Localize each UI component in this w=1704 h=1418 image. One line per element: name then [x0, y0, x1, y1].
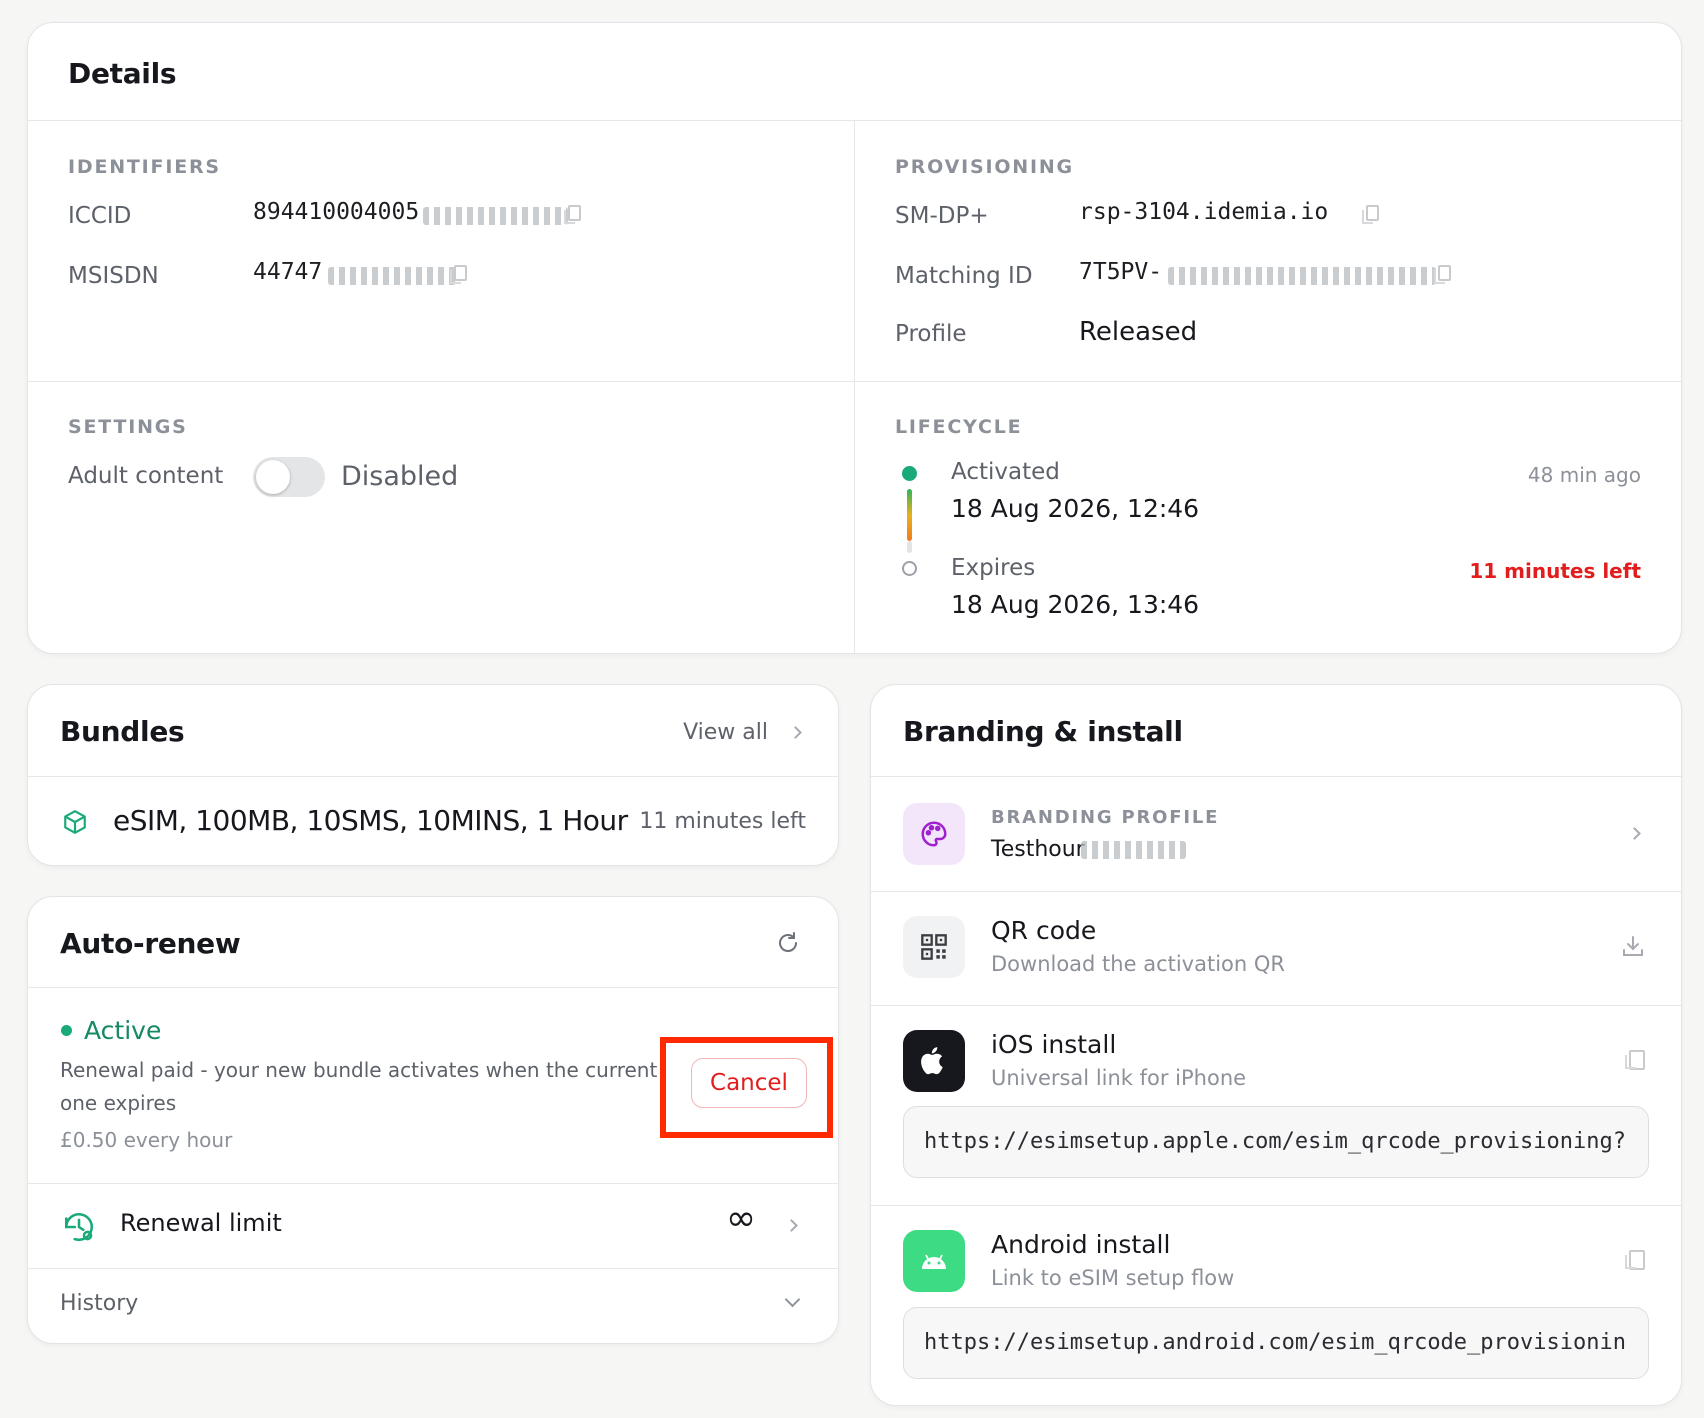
- ios-install-section: iOS install Universal link for iPhone ht…: [871, 1006, 1681, 1189]
- msisdn-label: MSISDN: [68, 263, 159, 289]
- history-label: History: [60, 1291, 139, 1316]
- copy-icon[interactable]: [564, 205, 581, 224]
- renewal-description-line1: Renewal paid - your new bundle activates…: [60, 1058, 658, 1082]
- bundles-title: Bundles: [60, 715, 185, 748]
- adult-content-toggle[interactable]: [253, 457, 325, 497]
- divider: [28, 381, 1681, 382]
- ios-icon-tile: [903, 1030, 965, 1092]
- ios-install-url: https://esimsetup.apple.com/esim_qrcode_…: [924, 1129, 1626, 1154]
- activated-dot: [902, 466, 917, 481]
- auto-renew-status: Active: [84, 1016, 162, 1045]
- auto-renew-card: Auto-renew Active Renewal paid - your ne…: [27, 896, 839, 1344]
- palette-icon: [921, 821, 947, 847]
- expires-date: 18 Aug 2026, 13:46: [951, 590, 1200, 619]
- history-row[interactable]: History: [28, 1269, 838, 1343]
- cancel-button[interactable]: Cancel: [691, 1058, 807, 1108]
- msisdn-value: 44747: [253, 259, 323, 285]
- renewal-price: £0.50 every hour: [60, 1128, 233, 1152]
- apple-icon: [921, 1047, 943, 1075]
- profile-value: Released: [1079, 317, 1198, 347]
- matching-id-label: Matching ID: [895, 263, 1033, 289]
- redacted-mask: [328, 267, 456, 285]
- branding-profile-row[interactable]: BRANDING PROFILE Testhour: [871, 777, 1681, 891]
- download-icon[interactable]: [1621, 934, 1645, 958]
- bundle-item[interactable]: eSIM, 100MB, 10SMS, 10MINS, 1 Hour 11 mi…: [28, 777, 838, 865]
- branding-icon-tile: [903, 803, 965, 865]
- profile-label: Profile: [895, 321, 967, 347]
- activated-date: 18 Aug 2026, 12:46: [951, 494, 1200, 523]
- android-install-title: Android install: [991, 1230, 1171, 1259]
- expires-time-left: 11 minutes left: [1469, 559, 1641, 583]
- redacted-mask: [1081, 841, 1186, 859]
- chevron-right-icon: [789, 726, 802, 739]
- details-title: Details: [68, 57, 177, 90]
- iccid-label: ICCID: [68, 203, 132, 229]
- provisioning-section-label: PROVISIONING: [895, 156, 1074, 178]
- chevron-down-icon: [784, 1291, 801, 1308]
- android-install-section: Android install Link to eSIM setup flow …: [871, 1206, 1681, 1405]
- redacted-mask: [423, 207, 568, 225]
- settings-section-label: SETTINGS: [68, 416, 188, 438]
- android-install-url: https://esimsetup.android.com/esim_qrcod…: [924, 1330, 1626, 1355]
- copy-icon[interactable]: [1625, 1250, 1645, 1270]
- qr-code-icon: [921, 934, 947, 960]
- cube-icon: [64, 810, 86, 834]
- smdp-label: SM-DP+: [895, 203, 989, 229]
- renewal-settings-icon: [64, 1213, 93, 1241]
- bundles-card: Bundles View all eSIM, 100MB, 10SMS, 10M…: [27, 684, 839, 866]
- copy-icon[interactable]: [1362, 205, 1379, 224]
- copy-icon[interactable]: [1625, 1050, 1645, 1070]
- qr-code-title: QR code: [991, 916, 1097, 945]
- view-all-link[interactable]: View all: [644, 718, 804, 748]
- adult-content-label: Adult content: [68, 463, 224, 489]
- branding-profile-value: Testhour: [991, 837, 1085, 862]
- refresh-icon[interactable]: [776, 931, 800, 955]
- chevron-right-icon: [1628, 827, 1641, 840]
- android-icon: [922, 1254, 946, 1269]
- renewal-limit-row[interactable]: Renewal limit ∞: [28, 1184, 838, 1268]
- ios-install-title: iOS install: [991, 1030, 1117, 1059]
- android-install-url-box[interactable]: https://esimsetup.android.com/esim_qrcod…: [903, 1307, 1649, 1379]
- lifecycle-track: [907, 541, 912, 553]
- redacted-mask: [1168, 267, 1436, 285]
- ios-install-subtitle: Universal link for iPhone: [991, 1066, 1247, 1090]
- activated-ago: 48 min ago: [1527, 463, 1641, 487]
- android-install-subtitle: Link to eSIM setup flow: [991, 1266, 1235, 1290]
- view-all-label: View all: [683, 720, 768, 745]
- branding-profile-label: BRANDING PROFILE: [991, 807, 1220, 828]
- adult-content-state: Disabled: [341, 461, 459, 492]
- qr-icon-tile: [903, 916, 965, 978]
- divider: [854, 120, 855, 653]
- branding-install-card: Branding & install BRANDING PROFILE Test…: [870, 684, 1682, 1406]
- iccid-value: 894410004005: [253, 199, 420, 225]
- smdp-value: rsp-3104.idemia.io: [1079, 199, 1329, 225]
- expires-label: Expires: [951, 555, 1036, 581]
- copy-icon[interactable]: [1434, 265, 1451, 284]
- details-card: Details IDENTIFIERS ICCID 894410004005 M…: [27, 22, 1682, 654]
- lifecycle-progress-bar: [907, 489, 912, 541]
- renewal-limit-label: Renewal limit: [120, 1209, 282, 1237]
- lifecycle-section-label: LIFECYCLE: [895, 416, 1023, 438]
- matching-id-value: 7T5PV-: [1079, 259, 1163, 285]
- infinity-icon: ∞: [726, 1198, 756, 1239]
- bundle-time-left: 11 minutes left: [639, 809, 806, 834]
- chevron-right-icon: [785, 1219, 798, 1232]
- toggle-knob: [256, 460, 290, 494]
- android-icon-tile: [903, 1230, 965, 1292]
- ios-install-url-box[interactable]: https://esimsetup.apple.com/esim_qrcode_…: [903, 1106, 1649, 1178]
- divider: [28, 987, 838, 988]
- active-status-dot: [61, 1025, 72, 1036]
- branding-install-title: Branding & install: [903, 715, 1183, 748]
- identifiers-section-label: IDENTIFIERS: [68, 156, 221, 178]
- qr-code-subtitle: Download the activation QR: [991, 952, 1285, 976]
- qr-code-row[interactable]: QR code Download the activation QR: [871, 892, 1681, 1004]
- copy-icon[interactable]: [450, 265, 467, 284]
- renewal-description-line2: one expires: [60, 1091, 177, 1115]
- bundle-name: eSIM, 100MB, 10SMS, 10MINS, 1 Hour: [113, 804, 628, 837]
- activated-label: Activated: [951, 459, 1060, 485]
- expires-dot: [902, 561, 917, 576]
- auto-renew-title: Auto-renew: [60, 927, 241, 960]
